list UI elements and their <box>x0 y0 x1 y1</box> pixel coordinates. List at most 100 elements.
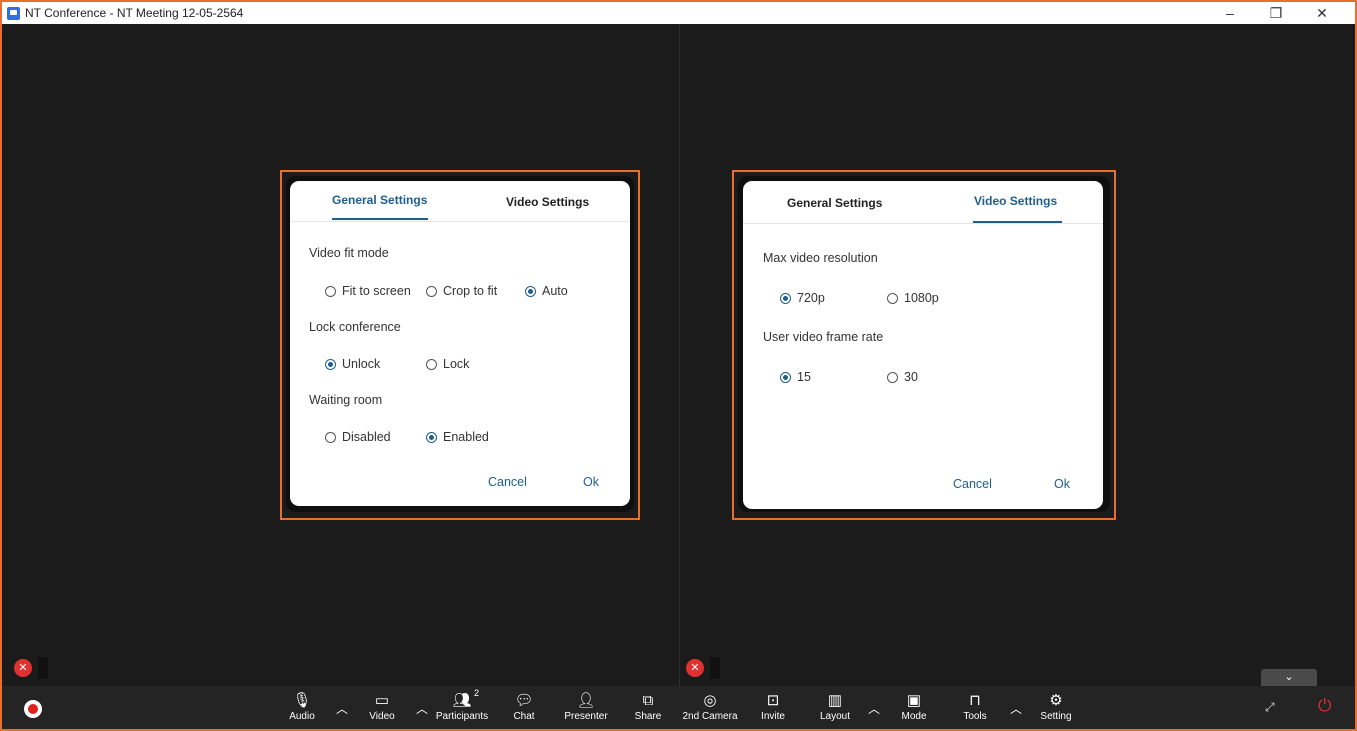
option-label: 720p <box>797 291 825 305</box>
lock-conference-label: Lock conference <box>309 320 401 334</box>
participants-count: 2 <box>474 688 480 698</box>
restore-button[interactable]: ❐ <box>1253 5 1299 22</box>
tab-video-settings[interactable]: Video Settings <box>506 195 589 209</box>
option-label: 15 <box>797 370 811 384</box>
second-camera-label: 2nd Camera <box>682 711 738 722</box>
radio-fit-to-screen[interactable]: Fit to screen <box>325 284 411 298</box>
title-bar: NT Conference - NT Meeting 12-05-2564 – … <box>2 2 1355 24</box>
frame-rate-label: User video frame rate <box>763 330 884 344</box>
audio-label: Audio <box>289 711 315 722</box>
radio-disabled[interactable]: Disabled <box>325 430 391 444</box>
video-options-chevron-icon[interactable]: ︿ <box>416 700 428 717</box>
chat-button[interactable]: 💬︎ Chat <box>494 690 554 722</box>
waiting-room-label: Waiting room <box>309 393 383 407</box>
radio-icon <box>325 431 336 443</box>
second-camera-button[interactable]: ◎ 2nd Camera <box>680 690 740 722</box>
meeting-toolbar: 🎙︎ Audio ︿ ▭ Video ︿ 👥︎ Participants 2 💬… <box>2 686 1355 729</box>
mode-icon: ▣ <box>906 692 922 709</box>
close-button[interactable]: ✕ <box>1299 5 1345 22</box>
option-label: Enabled <box>443 430 489 444</box>
presenter-icon: 👤︎ <box>576 692 596 709</box>
share-button[interactable]: ⧉ Share <box>618 690 678 722</box>
radio-icon <box>325 285 336 297</box>
audio-options-chevron-icon[interactable]: ︿ <box>336 700 348 717</box>
window-title: NT Conference - NT Meeting 12-05-2564 <box>25 6 244 20</box>
video-fit-mode-label: Video fit mode <box>309 246 389 260</box>
max-video-resolution-label: Max video resolution <box>763 251 878 265</box>
collapse-toolbar-button[interactable]: ⌄ <box>1261 669 1317 686</box>
general-settings-dialog: General Settings Video Settings Video fi… <box>290 181 630 506</box>
record-button[interactable] <box>24 700 42 718</box>
radio-auto[interactable]: Auto <box>525 284 568 298</box>
tools-button[interactable]: ⊓ Tools <box>945 690 1005 722</box>
radio-selected-icon <box>525 285 536 297</box>
tab-general-settings[interactable]: General Settings <box>332 193 427 207</box>
active-tab-indicator <box>332 218 428 220</box>
ok-button[interactable]: Ok <box>583 475 599 489</box>
radio-enabled[interactable]: Enabled <box>426 430 489 444</box>
video-off-icon: ▭ <box>374 692 390 709</box>
fullscreen-icon[interactable]: ⤢ <box>1265 700 1275 715</box>
layout-icon: ▥ <box>827 692 843 709</box>
toolbox-icon: ⊓ <box>969 692 981 709</box>
option-label: Crop to fit <box>443 284 498 298</box>
presenter-label: Presenter <box>564 711 608 722</box>
radio-15[interactable]: 15 <box>780 370 811 384</box>
option-label: 1080p <box>904 291 939 305</box>
dialog-tabs: General Settings Video Settings <box>743 181 1103 224</box>
option-label: Fit to screen <box>342 284 411 298</box>
option-label: Auto <box>542 284 568 298</box>
radio-unlock[interactable]: Unlock <box>325 357 380 371</box>
share-label: Share <box>634 711 662 722</box>
participants-button[interactable]: 👥︎ Participants <box>432 690 492 722</box>
radio-selected-icon <box>426 431 437 443</box>
tools-options-chevron-icon[interactable]: ︿ <box>1010 700 1022 717</box>
audio-button[interactable]: 🎙︎ Audio <box>272 690 332 722</box>
dialog-tabs: General Settings Video Settings <box>290 181 630 222</box>
radio-selected-icon <box>780 292 791 304</box>
radio-lock[interactable]: Lock <box>426 357 469 371</box>
tab-general-settings[interactable]: General Settings <box>787 196 882 210</box>
layout-button[interactable]: ▥ Layout <box>805 690 865 722</box>
mode-button[interactable]: ▣ Mode <box>884 690 944 722</box>
ok-button[interactable]: Ok <box>1054 477 1070 491</box>
video-label: Video <box>369 711 395 722</box>
leave-meeting-power-icon[interactable]: ⏻ <box>1318 696 1331 716</box>
chat-label: Chat <box>513 711 535 722</box>
chat-icon: 💬︎ <box>514 692 534 709</box>
tab-video-settings[interactable]: Video Settings <box>974 194 1057 208</box>
participants-label: Participants <box>435 711 489 722</box>
option-label: Unlock <box>342 357 381 371</box>
option-label: 30 <box>904 370 918 384</box>
invite-icon: ⊡ <box>766 692 780 709</box>
video-button[interactable]: ▭ Video <box>352 690 412 722</box>
layout-options-chevron-icon[interactable]: ︿ <box>868 700 880 717</box>
video-divider <box>679 24 680 686</box>
invite-button[interactable]: ⊡ Invite <box>743 690 803 722</box>
cancel-button[interactable]: Cancel <box>953 477 992 491</box>
app-window: NT Conference - NT Meeting 12-05-2564 – … <box>0 0 1357 731</box>
presenter-button[interactable]: 👤︎ Presenter <box>556 690 616 722</box>
radio-1080p[interactable]: 1080p <box>887 291 939 305</box>
radio-icon <box>887 292 898 304</box>
radio-30[interactable]: 30 <box>887 370 918 384</box>
tools-label: Tools <box>963 711 987 722</box>
muted-mic-icon: ✕ <box>686 659 704 677</box>
participant-name-tag <box>38 657 48 679</box>
option-label: Lock <box>443 357 470 371</box>
participant-name-tag <box>710 657 720 679</box>
setting-button[interactable]: ⚙ Setting <box>1026 690 1086 722</box>
share-screen-icon: ⧉ <box>642 692 654 709</box>
video-settings-dialog: General Settings Video Settings Max vide… <box>743 181 1103 509</box>
app-logo-icon <box>7 6 20 20</box>
radio-selected-icon <box>780 371 791 383</box>
participants-icon: 👥︎ <box>452 692 472 709</box>
radio-720p[interactable]: 720p <box>780 291 825 305</box>
radio-selected-icon <box>325 358 336 370</box>
cancel-button[interactable]: Cancel <box>488 475 527 489</box>
window-controls: – ❐ ✕ <box>1207 2 1345 24</box>
option-label: Disabled <box>342 430 391 444</box>
minimize-button[interactable]: – <box>1207 5 1253 21</box>
radio-crop-to-fit[interactable]: Crop to fit <box>426 284 497 298</box>
active-tab-indicator <box>973 221 1062 223</box>
